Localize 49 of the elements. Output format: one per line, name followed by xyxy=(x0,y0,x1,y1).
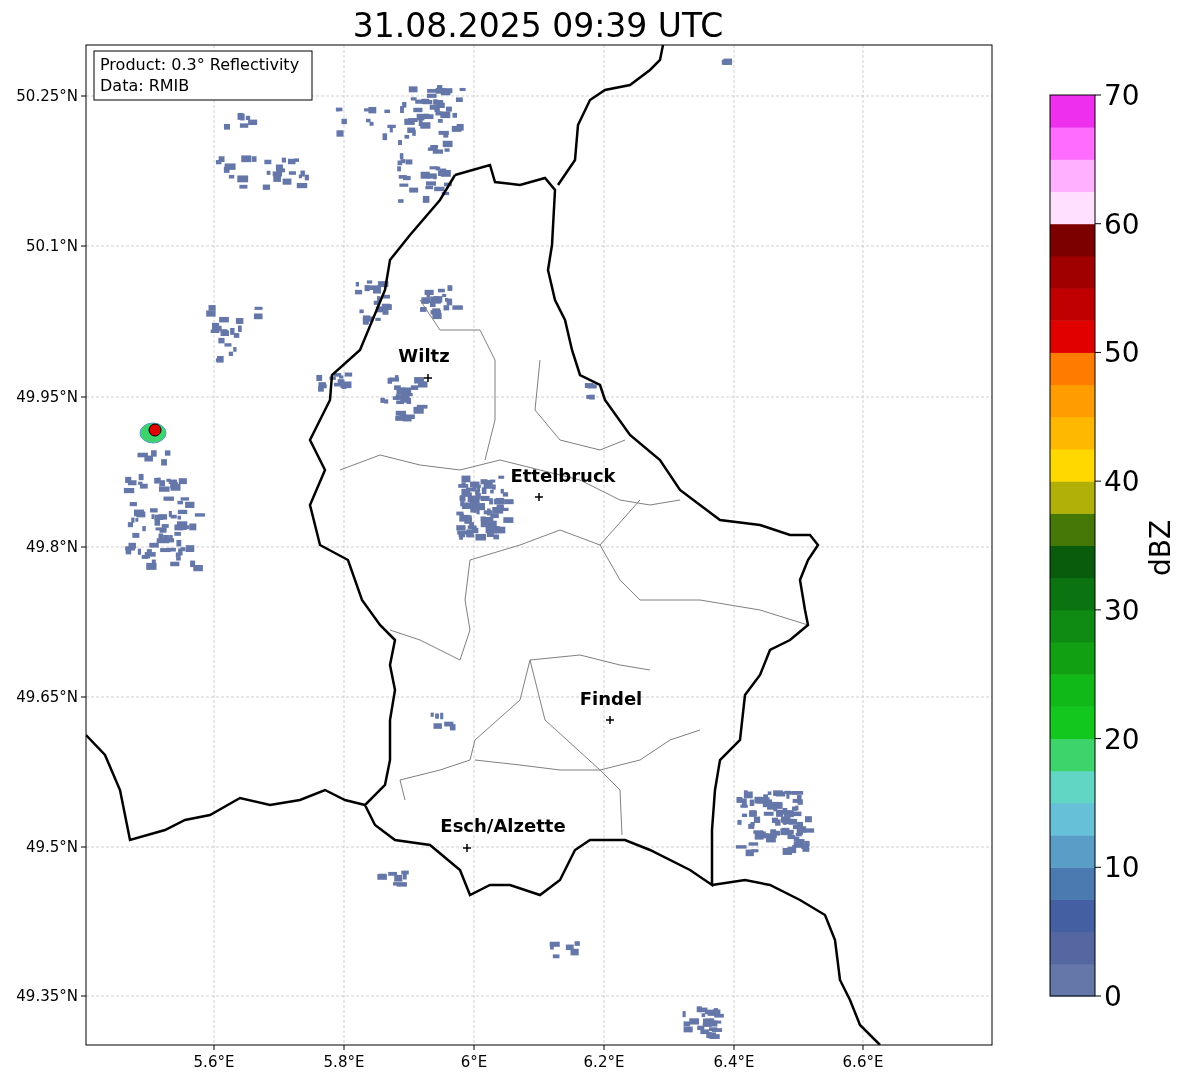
radar-echo xyxy=(223,112,258,130)
colorbar-tick-label: 70 xyxy=(1104,79,1140,112)
radar-echo xyxy=(420,285,463,320)
axis-tick-label: 6.2°E xyxy=(583,1053,625,1071)
axis-tick-label: 5.6°E xyxy=(193,1053,235,1071)
radar-echo xyxy=(584,383,597,400)
radar-echo xyxy=(206,305,263,363)
legend-text: Product: 0.3° Reflectivity xyxy=(100,55,300,74)
colorbar-tick-label: 60 xyxy=(1104,207,1140,241)
radar-echo xyxy=(377,870,409,887)
colorbar-tick-label: 0 xyxy=(1104,980,1122,1013)
radar-echo xyxy=(721,58,733,65)
city-label: Ettelbruck xyxy=(510,465,616,486)
colorbar-tick-label: 20 xyxy=(1104,722,1140,756)
radar-echo xyxy=(355,280,392,325)
city-marker-icon xyxy=(605,715,615,725)
axis-tick-label: 6.4°E xyxy=(713,1053,755,1071)
radar-echo xyxy=(430,712,456,731)
city-label: Esch/Alzette xyxy=(440,815,566,836)
radar-site-icon xyxy=(139,422,167,444)
radar-echo xyxy=(456,475,514,541)
city-marker-icon xyxy=(534,492,544,502)
radar-echo xyxy=(400,85,466,139)
axis-tick-label: 50.1°N xyxy=(25,237,78,255)
axis-tick-label: 6°E xyxy=(460,1053,488,1071)
colorbar-label: dBZ xyxy=(1144,519,1177,577)
axis-tick-label: 6.6°E xyxy=(842,1053,884,1071)
city-label: Wiltz xyxy=(398,345,450,366)
radar-echo xyxy=(123,450,187,494)
city-marker-icon xyxy=(462,843,472,853)
legend-text: Data: RMIB xyxy=(100,76,190,95)
colorbar-tick-label: 10 xyxy=(1104,851,1140,885)
radar-echo xyxy=(380,375,428,422)
axis-tick-label: 50.25°N xyxy=(16,87,78,105)
colorbar-tick-label: 50 xyxy=(1104,336,1140,370)
axis-tick-label: 49.8°N xyxy=(25,538,78,556)
axis-tick-label: 5.8°E xyxy=(323,1053,365,1071)
colorbar-tick-label: 40 xyxy=(1104,465,1140,499)
colorbar-tick-label: 30 xyxy=(1104,593,1140,627)
axis-tick-label: 49.65°N xyxy=(16,688,78,706)
axis-tick-label: 49.35°N xyxy=(16,987,78,1005)
axis-tick-label: 49.95°N xyxy=(16,388,78,406)
radar-echo xyxy=(682,1006,724,1039)
radar-echo xyxy=(316,372,353,392)
chart-title: 31.08.2025 09:39 UTC xyxy=(352,6,724,45)
radar-echo xyxy=(549,941,580,959)
axis-tick-label: 49.5°N xyxy=(25,838,78,856)
city-label: Findel xyxy=(579,688,643,709)
city-marker-icon xyxy=(423,373,433,383)
